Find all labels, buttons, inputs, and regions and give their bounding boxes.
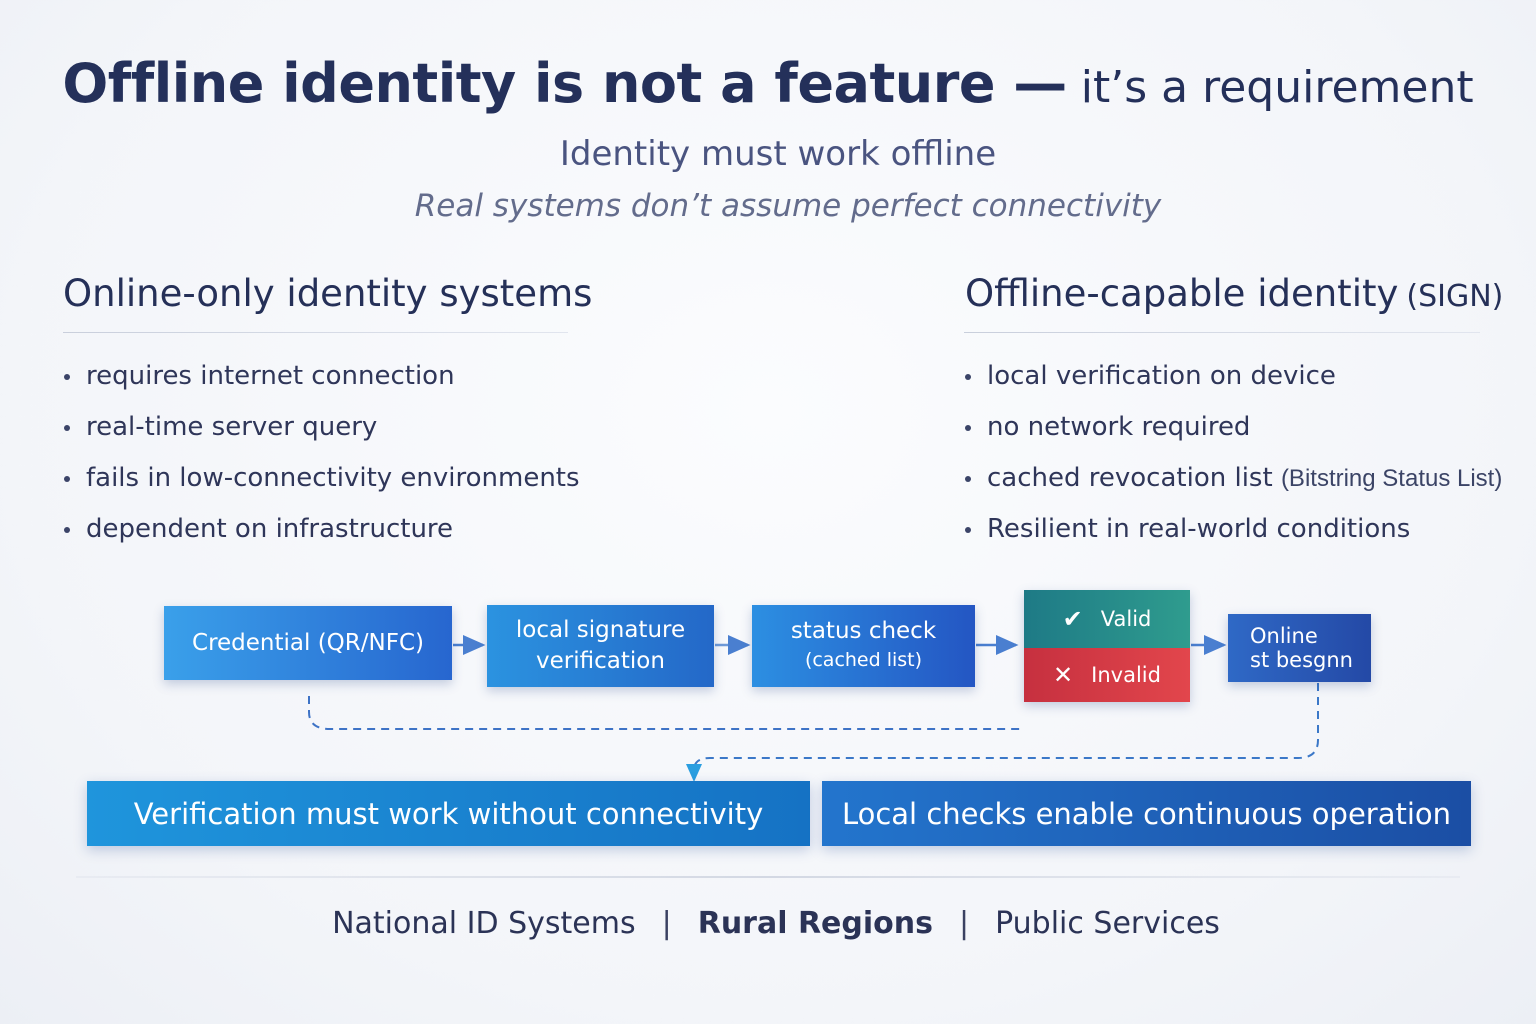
list-item: dependent on infrastructure (62, 507, 580, 558)
list-item-text: no network required (987, 412, 1251, 442)
list-item: requires internet connection (62, 354, 580, 405)
list-item: no network required (963, 405, 1502, 456)
offline-column-title-text: Offline-capable identity (965, 272, 1399, 315)
banner-local-checks: Local checks enable continuous operation (822, 781, 1471, 846)
footer-item-public-services: Public Services (995, 906, 1220, 941)
page-subtitle: Identity must work offline (559, 134, 997, 174)
online-line1: Online (1250, 624, 1318, 648)
x-icon: ✕ (1053, 661, 1074, 689)
footer-divider (76, 876, 1460, 878)
local-signature-line2: verification (536, 648, 665, 674)
footer-item-rural-regions: Rural Regions (697, 906, 933, 941)
list-item: local verification on device (963, 354, 1502, 405)
list-item-note: (Bitstring Status List) (1280, 465, 1503, 492)
invalid-label: Invalid (1091, 663, 1161, 687)
online-column-title: Online-only identity systems (63, 272, 593, 315)
offline-column-list: local verification on device no network … (963, 354, 1502, 558)
offline-column-title: Offline-capable identity (SIGN) (965, 272, 1503, 315)
banner-offline-verification: Verification must work without connectiv… (87, 781, 810, 846)
invalid-result: ✕ Invalid (1024, 648, 1190, 702)
footer-item-national-id: National ID Systems (332, 906, 636, 941)
credential-box: Credential (QR/NFC) (164, 606, 452, 680)
list-item-text: Resilient in real-world conditions (987, 514, 1411, 544)
check-icon: ✔ (1062, 605, 1083, 633)
status-check-line2: (cached list) (804, 649, 923, 671)
online-box: Online st besgnn (1228, 614, 1371, 682)
online-column-divider (63, 332, 568, 333)
footer-separator: | (958, 906, 970, 941)
list-item: cached revocation list (Bitstring Status… (963, 456, 1502, 507)
valid-label: Valid (1100, 607, 1152, 631)
footer-separator: | (661, 906, 672, 941)
valid-result: ✔ Valid (1024, 590, 1190, 648)
list-item-text: local verification on device (987, 361, 1336, 391)
result-box: ✔ Valid ✕ Invalid (1024, 590, 1190, 702)
offline-column-divider (964, 332, 1480, 333)
page-tagline: Real systems don’t assume perfect connec… (414, 188, 1162, 224)
local-signature-line1: local signature (515, 617, 686, 643)
list-item-text: cached revocation list (987, 463, 1273, 493)
status-check-box: status check (cached list) (752, 605, 975, 687)
online-column-list: requires internet connection real-time s… (62, 354, 580, 558)
list-item: Resilient in real-world conditions (963, 507, 1502, 558)
list-item: real-time server query (62, 405, 580, 456)
offline-column-title-suffix: (SIGN) (1406, 279, 1504, 314)
title-rest: it’s a requirement (1080, 62, 1474, 113)
local-signature-box: local signature verification (487, 605, 714, 687)
dashed-connector-credential (308, 696, 1020, 730)
status-check-line1: status check (790, 618, 937, 644)
credential-label: Credential (QR/NFC) (192, 630, 424, 656)
footer-use-cases: National ID Systems | Rural Regions | Public… (0, 906, 1536, 941)
page-title: Offline identity is not a feature — it’s … (0, 52, 1536, 115)
list-item: fails in low-connectivity environments (62, 456, 580, 507)
online-line2: st besgnn (1250, 648, 1353, 672)
title-main: Offline identity is not a feature — (62, 52, 1067, 115)
